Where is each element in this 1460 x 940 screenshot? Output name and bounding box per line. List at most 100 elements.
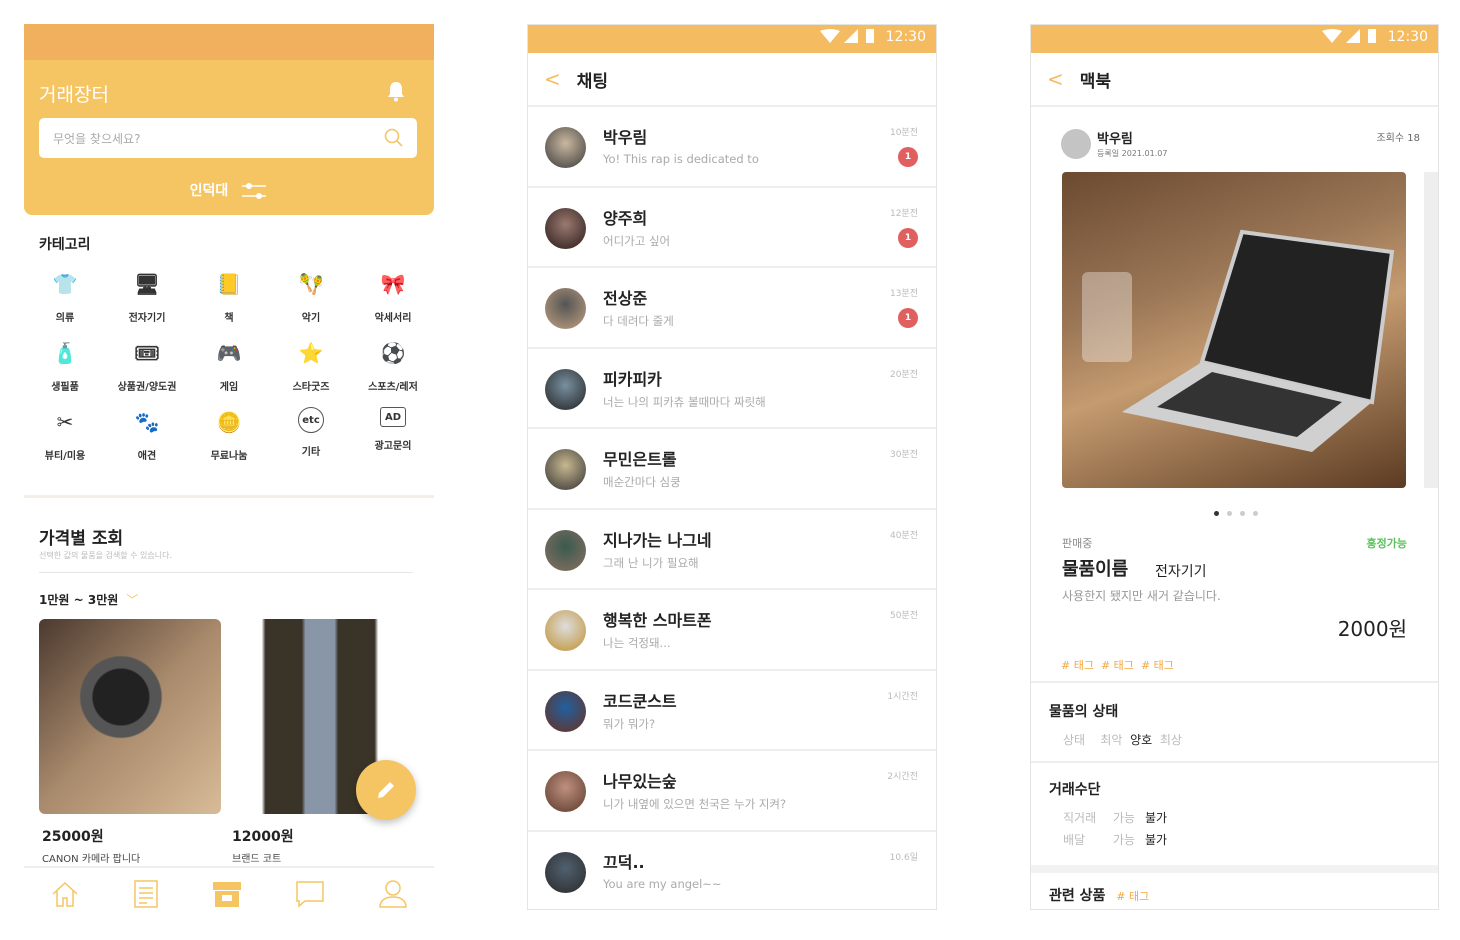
trade-label: 배달 [1063,833,1086,847]
item-price: 2000원 [1337,617,1407,641]
chat-list: 박우림 Yo! This rap is dedicated to 10분전 1 양주희 어… [528,107,936,910]
star-icon: ⭐ [298,341,324,365]
category-item[interactable]: 🎮 게임 [188,338,270,393]
chat-row[interactable]: 양주희 어디가고 싶어 12분전 1 [528,188,936,268]
product-card[interactable]: 25000원 CANON 카메라 팝니다 [39,619,221,865]
coin-icon: 🪙 [216,410,242,434]
chat-row[interactable]: 행복한 스마트폰 나는 걱정돼... 50분전 [528,590,936,671]
chat-row[interactable]: 박우림 Yo! This rap is dedicated to 10분전 1 [528,107,936,188]
category-item[interactable]: 🎟 상품권/양도권 [106,338,188,393]
tag[interactable]: # 태그 [1141,659,1174,672]
category-item[interactable]: etc 기타 [270,407,352,462]
trade-option[interactable]: 가능 [1113,807,1145,829]
chat-row[interactable]: 지나가는 나그네 그래 난 니가 필요해 40분전 [528,510,936,590]
avatar [545,449,586,490]
unread-badge: 1 [898,227,918,248]
chat-row[interactable]: 전상준 다 데려다 줄게 13분전 1 [528,268,936,349]
chat-time: 20분전 [889,369,918,380]
title-bar: < 맥북 [1031,53,1438,107]
chat-last-message: 뭐가 뭐가? [603,716,656,731]
pager-dot[interactable] [1239,511,1245,516]
avatar [545,207,586,249]
chat-row[interactable]: 코드쿤스트 뭐가 뭐가? 1시간전 [528,671,936,751]
category-item[interactable]: 🖥 전자기기 [106,269,188,324]
pager-dot[interactable] [1252,511,1258,516]
category-label: 스포츠/레저 [368,382,418,393]
chat-time: 10분전 [889,128,918,138]
chat-time: 13분전 [889,289,918,299]
condition-option[interactable]: 최상 [1160,733,1182,747]
pencil-icon [378,782,394,798]
category-label: 생필품 [51,382,79,393]
divider [1031,865,1438,873]
trade-option-selected[interactable]: 불가 [1145,833,1167,847]
location-filter[interactable]: 인덕대 [24,180,434,200]
book-icon: 📒 [216,272,242,296]
category-item[interactable]: AD 광고문의 [352,407,434,462]
chat-last-message: You are my angel~~ [603,876,722,891]
trade-option-selected[interactable]: 불가 [1145,811,1167,825]
trade-option[interactable]: 가능 [1113,829,1145,851]
chat-name: 지나가는 나그네 [603,530,712,550]
list-icon[interactable] [133,879,159,909]
tag[interactable]: # 태그 [1101,659,1134,672]
chat-last-message: 다 데려다 줄게 [603,314,674,328]
write-post-button[interactable] [356,760,416,820]
category-item[interactable]: ⚽ 스포츠/레저 [352,338,434,393]
category-label: 의류 [55,313,75,324]
avatar[interactable] [1061,129,1091,159]
category-item[interactable]: 🪇 악기 [270,269,352,324]
bell-icon[interactable] [386,80,406,102]
chat-row[interactable]: 나무있는숲 니가 내옆에 있으면 천국은 누가 지켜? 2시간전 [528,751,936,832]
clock: 12:30 [885,29,926,45]
category-item[interactable]: 🪙 무료나눔 [188,407,270,462]
category-item[interactable]: 📒 책 [188,269,270,324]
chat-last-message: Yo! This rap is dedicated to [603,152,759,166]
category-item[interactable]: ✂ 뷰티/미용 [24,407,106,462]
chat-icon[interactable] [295,880,325,908]
signal-battery-icon [1321,29,1376,43]
page-title: 채팅 [576,71,609,92]
sliders-icon[interactable] [240,182,268,200]
pager-dot[interactable] [1226,511,1232,516]
back-icon[interactable]: < [544,67,561,91]
back-icon[interactable]: < [1047,67,1064,91]
chat-row[interactable]: 피카피카 너는 나의 피카츄 볼때마다 짜릿해 20분전 [528,349,936,429]
chat-time: 40분전 [889,530,918,541]
pager-dot[interactable] [1213,511,1219,516]
tag[interactable]: # 태그 [1061,659,1094,672]
location-label: 인덕대 [189,183,229,199]
author-name[interactable]: 박우림 [1097,128,1133,147]
image-pager[interactable] [1031,501,1438,520]
category-label: 게임 [219,382,239,393]
avatar [545,771,586,812]
category-title: 카테고리 [39,237,91,253]
store-icon[interactable] [211,879,243,909]
scrollbar[interactable] [1424,172,1438,488]
monitor-icon: 🖥 [134,272,160,296]
condition-option-selected[interactable]: 양호 [1130,733,1152,747]
category-label: 악세서리 [374,313,412,324]
unread-badge: 1 [898,308,918,328]
category-item[interactable]: 🧴 생필품 [24,338,106,393]
profile-icon[interactable] [378,879,408,909]
search-input[interactable]: 무엇을 찾으세요? [39,118,417,158]
product-card[interactable]: 12000원 브랜드 코트 [229,619,411,865]
home-icon[interactable] [50,880,80,908]
section-title: 물품의 상태 [1049,704,1119,720]
chat-row[interactable]: 끄덕.. You are my angel~~ 10.6일 [528,832,936,910]
price-range-dropdown[interactable]: 1만원 ~ 3만원 ﹀ [39,591,138,608]
chat-row[interactable]: 무민은트롤 매순간마다 심쿵 30분전 [528,429,936,510]
search-icon[interactable] [383,127,405,149]
view-count: 조회수 18 [1376,133,1420,144]
chat-name: 피카피카 [603,369,662,389]
tag[interactable]: # 태그 [1116,890,1149,903]
post-date: 등록일 2021.01.07 [1097,149,1168,158]
condition-option[interactable]: 최악 [1100,733,1122,747]
category-item[interactable]: 🎀 악세서리 [352,269,434,324]
category-item[interactable]: 🐾 애견 [106,407,188,462]
item-image[interactable] [1062,172,1406,488]
category-item[interactable]: 👕 의류 [24,269,106,324]
category-item[interactable]: ⭐ 스타굿즈 [270,338,352,393]
chat-time: 50분전 [889,611,918,621]
